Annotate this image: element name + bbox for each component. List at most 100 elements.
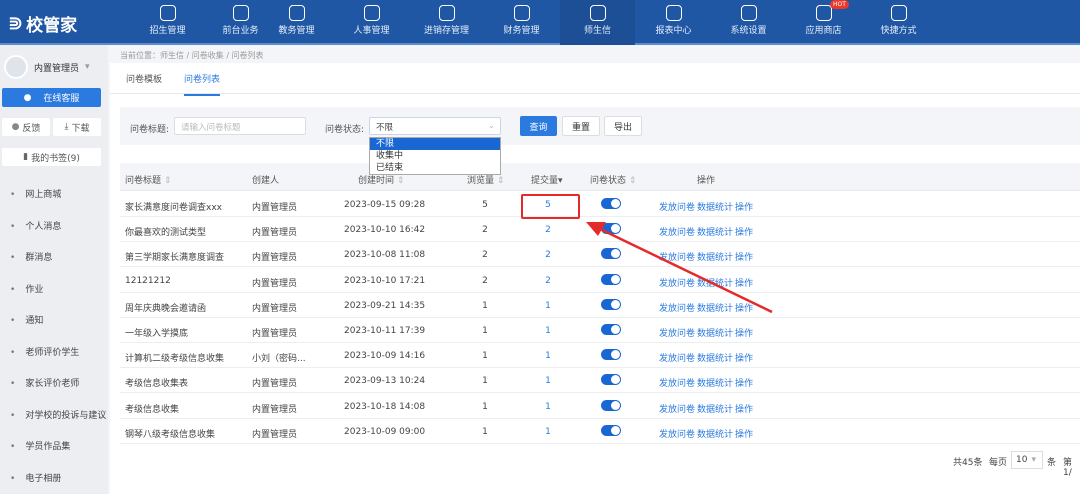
statistics-link[interactable]: 数据统计 [697,250,733,263]
cell-title[interactable]: 周年庆典晚会邀请函 [125,301,206,314]
option-all[interactable]: 不限 [370,138,500,150]
cell-submits[interactable]: 1 [533,351,563,361]
statistics-link[interactable]: 数据统计 [697,427,733,440]
status-toggle[interactable] [601,273,621,285]
tab-template[interactable]: 问卷模板 [126,72,162,85]
user-menu[interactable]: 内置管理员 ▾ [4,55,90,79]
distribute-link[interactable]: 发放问卷 [659,225,695,238]
more-actions-link[interactable]: 操作 [735,376,753,389]
download-button[interactable]: ⤓ 下载 [53,118,101,136]
status-toggle[interactable] [601,424,621,436]
cell-submits[interactable]: 1 [533,402,563,412]
more-actions-link[interactable]: 操作 [735,225,753,238]
nav-5[interactable]: 财务管理 [484,0,559,45]
more-actions-link[interactable]: 操作 [735,200,753,213]
distribute-link[interactable]: 发放问卷 [659,427,695,440]
more-actions-link[interactable]: 操作 [735,402,753,415]
cell-submits[interactable]: 1 [533,301,563,311]
nav-7[interactable]: 报表中心 [636,0,711,45]
cell-creator: 内置管理员 [252,228,298,239]
nav-9[interactable]: 应用商店 HOT [786,0,861,45]
statistics-link[interactable]: 数据统计 [697,402,733,415]
statistics-link[interactable]: 数据统计 [697,326,733,339]
status-toggle[interactable] [601,198,621,209]
logo[interactable]: ⋑ 校管家 [8,11,77,36]
sidebar-item[interactable]: 作业 [10,282,43,295]
statistics-link[interactable]: 数据统计 [697,200,733,213]
status-toggle[interactable] [601,399,621,411]
header-title[interactable]: 问卷标题 ⇕ [125,173,171,186]
cell-title[interactable]: 考级信息收集 [125,402,179,415]
cell-title[interactable]: 考级信息收集表 [125,376,188,389]
header-status[interactable]: 问卷状态 ⇕ [590,173,636,186]
statistics-link[interactable]: 数据统计 [697,301,733,314]
more-actions-link[interactable]: 操作 [735,276,753,289]
sidebar-item[interactable]: 电子相册 [10,471,61,484]
status-toggle[interactable] [601,223,621,235]
export-button[interactable]: 导出 [604,116,642,136]
status-select[interactable]: 不限 ⌄ [369,117,501,135]
status-toggle[interactable] [601,248,621,260]
cell-title[interactable]: 家长满意度问卷调查xxx [125,200,222,213]
more-actions-link[interactable]: 操作 [735,351,753,364]
cell-submits[interactable]: 1 [533,427,563,437]
sidebar-item[interactable]: 群消息 [10,250,52,263]
cell-submits[interactable]: 2 [533,225,563,235]
cell-title[interactable]: 一年级入学摸底 [125,326,188,339]
option-collecting[interactable]: 收集中 [370,150,500,162]
nav-8[interactable]: 系统设置 [711,0,786,45]
nav-2[interactable]: 教务管理 [259,0,334,45]
statistics-link[interactable]: 数据统计 [697,376,733,389]
option-ended[interactable]: 已结束 [370,162,500,174]
bookmarks-button[interactable]: ▮ 我的书签(9) [2,148,101,166]
title-search-input[interactable]: 请输入问卷标题 [174,117,306,135]
status-toggle[interactable] [601,298,621,310]
sidebar-item[interactable]: 网上商城 [10,187,61,200]
reset-button[interactable]: 重置 [562,116,600,136]
sidebar-item[interactable]: 通知 [10,313,43,326]
status-toggle[interactable] [601,374,621,386]
sidebar-item[interactable]: 个人消息 [10,219,61,232]
query-button[interactable]: 查询 [520,116,557,136]
more-actions-link[interactable]: 操作 [735,427,753,440]
distribute-link[interactable]: 发放问卷 [659,326,695,339]
feedback-button[interactable]: ● 反馈 [2,118,50,136]
distribute-link[interactable]: 发放问卷 [659,301,695,314]
distribute-link[interactable]: 发放问卷 [659,376,695,389]
status-toggle[interactable] [601,324,621,335]
nav-0[interactable]: 招生管理 [130,0,205,45]
distribute-link[interactable]: 发放问卷 [659,200,695,213]
cell-submits[interactable]: 1 [533,326,563,336]
table-row: 第三学期家长满意度调查 内置管理员 2023-10-08 11:08 2 2 发… [120,242,1080,268]
online-service-button[interactable]: ● 在线客服 [2,88,101,107]
distribute-link[interactable]: 发放问卷 [659,351,695,364]
sidebar-item[interactable]: 老师评价学生 [10,345,79,358]
cell-title[interactable]: 第三学期家长满意度调查 [125,250,224,263]
sidebar-item[interactable]: 家长评价老师 [10,376,79,389]
statistics-link[interactable]: 数据统计 [697,276,733,289]
nav-3[interactable]: 人事管理 [334,0,409,45]
distribute-link[interactable]: 发放问卷 [659,276,695,289]
cell-title[interactable]: 你最喜欢的测试类型 [125,225,206,238]
cell-submits[interactable]: 2 [533,250,563,260]
more-actions-link[interactable]: 操作 [735,250,753,263]
status-toggle[interactable] [601,349,621,361]
cell-submits[interactable]: 1 [533,376,563,386]
cell-title[interactable]: 钢琴八级考级信息收集 [125,427,215,440]
distribute-link[interactable]: 发放问卷 [659,402,695,415]
sidebar-item[interactable]: 学员作品集 [10,439,70,452]
cell-title[interactable]: 12121212 [125,276,171,286]
distribute-link[interactable]: 发放问卷 [659,250,695,263]
nav-10[interactable]: 快捷方式 [861,0,936,45]
nav-4[interactable]: 进销存管理 [409,0,484,45]
statistics-link[interactable]: 数据统计 [697,351,733,364]
more-actions-link[interactable]: 操作 [735,326,753,339]
header-submits[interactable]: 提交量▾ [531,173,563,186]
cell-title[interactable]: 计算机二级考级信息收集 [125,351,224,364]
more-actions-link[interactable]: 操作 [735,301,753,314]
nav-6[interactable]: 师生信 [560,0,635,45]
cell-submits[interactable]: 2 [533,276,563,286]
page-size-select[interactable]: 10 ▾ [1011,451,1043,469]
statistics-link[interactable]: 数据统计 [697,225,733,238]
sidebar-item[interactable]: 对学校的投诉与建议 [10,408,106,421]
